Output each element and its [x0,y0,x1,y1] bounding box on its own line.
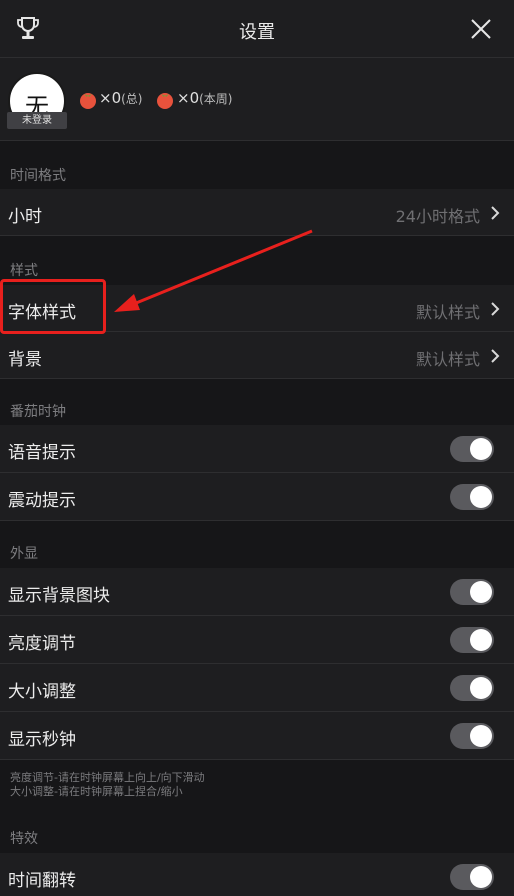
row-time-flip: 时间翻转 [0,853,514,896]
row-show-bg-blocks: 显示背景图块 [0,568,514,616]
chevron-right-icon [491,302,500,316]
total-count: ×0(总) [99,89,143,107]
row-value: 默认样式 [415,350,480,369]
row-size-adjust: 大小调整 [0,664,514,712]
row-value: 24小时格式 [395,207,480,226]
close-icon[interactable] [470,18,492,40]
section-header-pomodoro: 番茄时钟 [0,379,514,425]
brightness-toggle[interactable] [450,627,494,653]
row-label: 时间翻转 [8,871,76,891]
row-background[interactable]: 背景 默认样式 [0,332,514,379]
section-header-time-format: 时间格式 [0,141,514,189]
row-label: 大小调整 [8,682,76,702]
tomato-icon [80,93,96,109]
header-bar: 设置 [0,0,514,58]
row-voice-prompt: 语音提示 [0,425,514,473]
row-show-seconds: 显示秒钟 [0,712,514,760]
row-label: 亮度调节 [8,634,76,654]
show-bg-blocks-toggle[interactable] [450,579,494,605]
chevron-right-icon [491,349,500,363]
highlight-box [0,279,106,334]
login-status-badge[interactable]: 未登录 [7,112,67,129]
vibrate-prompt-toggle[interactable] [450,484,494,510]
toggle-knob [470,438,492,460]
toggle-knob [470,866,492,888]
section-header-effects: 特效 [0,828,514,853]
row-label: 背景 [8,350,42,370]
help-note: 亮度调节-请在时钟屏幕上向上/向下滑动 大小调整-请在时钟屏幕上捏合/缩小 [10,771,205,799]
row-vibrate-prompt: 震动提示 [0,473,514,521]
toggle-knob [470,581,492,603]
page-title: 设置 [239,22,275,43]
size-adjust-toggle[interactable] [450,675,494,701]
row-label: 显示秒钟 [8,730,76,750]
time-flip-toggle[interactable] [450,864,494,890]
total-count-suffix: (总) [121,92,143,106]
voice-prompt-toggle[interactable] [450,436,494,462]
row-label: 震动提示 [8,491,76,511]
week-count-suffix: (本周) [199,92,233,106]
chevron-right-icon [491,206,500,220]
total-count-value: ×0 [99,89,122,107]
row-label: 显示背景图块 [8,586,110,606]
week-count: ×0(本周) [177,89,233,107]
row-brightness: 亮度调节 [0,616,514,664]
toggle-knob [470,486,492,508]
help-note-line: 亮度调节-请在时钟屏幕上向上/向下滑动 [10,771,205,784]
row-label: 小时 [8,207,42,227]
show-seconds-toggle[interactable] [450,723,494,749]
toggle-knob [470,629,492,651]
row-label: 语音提示 [8,443,76,463]
section-header-style: 样式 [0,236,514,285]
row-value: 默认样式 [415,303,480,322]
tomato-icon [157,93,173,109]
section-header-display: 外显 [0,521,514,568]
toggle-knob [470,725,492,747]
toggle-knob [470,677,492,699]
row-hour-format[interactable]: 小时 24小时格式 [0,189,514,236]
help-note-line: 大小调整-请在时钟屏幕上捏合/缩小 [10,785,183,798]
week-count-value: ×0 [177,89,200,107]
